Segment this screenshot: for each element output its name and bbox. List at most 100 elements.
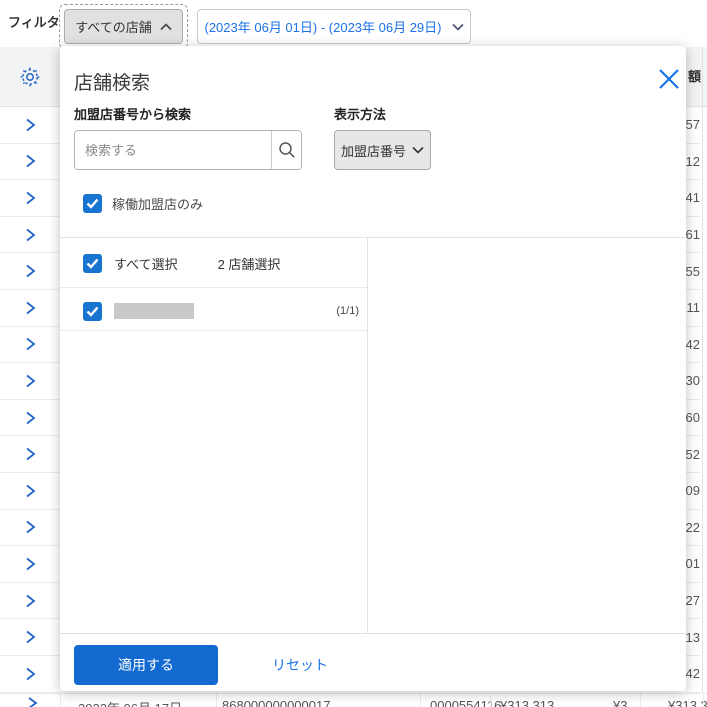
search-input[interactable] [75, 131, 271, 169]
store-list-item[interactable]: (1/1) [83, 295, 359, 327]
table-row-expander[interactable] [0, 253, 60, 290]
table-row-expander[interactable] [0, 473, 60, 510]
table-row-expander[interactable] [0, 327, 60, 364]
filter-label: フィルタ [8, 15, 60, 30]
table-row-expander[interactable] [0, 546, 60, 583]
table-amount-header-partial: 額 [686, 47, 707, 107]
store-filter-button-label: すべての店舗 [75, 20, 152, 35]
table-row-expander[interactable] [0, 619, 60, 656]
chevron-right-icon [25, 228, 36, 242]
modal-divider [60, 237, 686, 238]
cell-amount: ¥313,313 [500, 698, 555, 707]
cell-payout: ¥313,310 [668, 698, 707, 707]
table-row-expander[interactable] [0, 144, 60, 181]
table-row-expander[interactable] [0, 510, 60, 547]
list-panel-divider [367, 238, 368, 633]
chevron-up-icon [160, 22, 172, 31]
cell-border [640, 694, 641, 707]
table-value-partial: 09 [686, 473, 700, 510]
table-value-partial: 60 [686, 400, 700, 437]
cell-fee: ¥3 [613, 698, 628, 707]
cell-border [490, 694, 491, 707]
selected-count: 2 店舗選択 [217, 256, 281, 272]
chevron-down-icon [451, 23, 464, 31]
table-value-partial: 42 [686, 327, 700, 364]
chevron-right-icon [25, 264, 36, 278]
table-row-expander[interactable] [0, 180, 60, 217]
list-row-divider [60, 287, 367, 288]
search-button[interactable] [271, 131, 301, 169]
chevron-right-icon [25, 118, 36, 132]
close-icon[interactable] [656, 66, 682, 92]
display-method-select[interactable]: 加盟店番号 [334, 130, 431, 170]
store-checkbox[interactable] [83, 301, 102, 321]
chevron-right-icon [25, 301, 36, 315]
active-merchants-row: 稼働加盟店のみ [83, 194, 203, 213]
active-merchants-label: 稼働加盟店のみ [112, 197, 204, 212]
table-value-partial: 55 [686, 253, 700, 290]
chevron-right-icon [25, 520, 36, 534]
reset-button[interactable]: リセット [265, 645, 335, 685]
table-column-border [702, 47, 703, 707]
table-value-partial: 27 [686, 583, 700, 620]
store-name-redacted [114, 303, 194, 319]
chevron-right-icon [25, 154, 36, 168]
select-all-label: すべて選択 [114, 256, 178, 272]
table-value-partial: 13 [686, 619, 700, 656]
chevron-right-icon[interactable] [27, 697, 38, 707]
select-all-row: すべて選択 2 店舗選択 [83, 245, 367, 281]
table-right-sliver: 額 57 12 41 61 55 11 42 30 60 52 09 22 01 27 13 42 [686, 47, 707, 707]
table-value-partial: 42 [686, 656, 700, 693]
table-bottom-row: 2023年 06月 17日 868000000000017 0000554116… [0, 693, 707, 707]
active-merchants-checkbox[interactable] [83, 194, 102, 213]
modal-title: 店舗検索 [74, 73, 151, 94]
table-value-partial: 52 [686, 436, 700, 473]
filter-bar: フィルタ すべての店舗 (2023年 06月 01日) - (2023年 06月… [0, 0, 707, 49]
table-row-expander[interactable] [0, 107, 60, 144]
display-method-value: 加盟店番号 [340, 143, 406, 159]
cell-border [216, 694, 217, 707]
apply-button[interactable]: 適用する [74, 645, 218, 685]
store-page-count: (1/1) [336, 305, 359, 317]
table-value-partial: 11 [686, 290, 700, 327]
table-row-expander[interactable] [0, 217, 60, 254]
table-row-expander[interactable] [0, 290, 60, 327]
table-row-expander[interactable] [0, 363, 60, 400]
table-row-expander[interactable] [0, 583, 60, 620]
select-all-checkbox[interactable] [83, 253, 102, 273]
search-field-label: 加盟店番号から検索 [74, 107, 192, 122]
list-row-divider [60, 330, 367, 331]
table-value-partial: 12 [686, 144, 700, 181]
table-value-partial: 22 [686, 510, 700, 547]
table-value-partial: 01 [686, 546, 700, 583]
chevron-right-icon [25, 411, 36, 425]
table-value-partial: 61 [686, 217, 700, 254]
table-row-expander[interactable] [0, 436, 60, 473]
chevron-right-icon [25, 557, 36, 571]
chevron-right-icon [25, 630, 36, 644]
cell-border [703, 694, 704, 707]
date-range-label: (2023年 06月 01日) - (2023年 06月 29日) [204, 20, 442, 35]
cell-merchant-no: 868000000000017 [222, 698, 331, 707]
table-settings-header-cell[interactable] [0, 47, 60, 107]
cell-border [60, 694, 61, 707]
table-value-partial: 41 [686, 180, 700, 217]
cell-date: 2023年 06月 17日 [78, 698, 182, 707]
table-left-column [0, 47, 60, 707]
search-icon [278, 141, 296, 159]
table-row-expander[interactable] [0, 400, 60, 437]
store-filter-button[interactable]: すべての店舗 [64, 9, 183, 44]
date-range-button[interactable]: (2023年 06月 01日) - (2023年 06月 29日) [197, 9, 471, 44]
chevron-right-icon [25, 191, 36, 205]
chevron-right-icon [25, 484, 36, 498]
store-search-modal: 店舗検索 加盟店番号から検索 表示方法 加盟店番号 [60, 46, 686, 691]
cell-border [420, 694, 421, 707]
table-row-expander[interactable] [0, 656, 60, 693]
chevron-right-icon [25, 337, 36, 351]
gear-icon [19, 66, 41, 88]
footer-divider [60, 633, 686, 634]
search-field-group [74, 130, 302, 170]
display-method-label: 表示方法 [334, 107, 387, 122]
chevron-down-icon [412, 146, 424, 154]
chevron-right-icon [25, 447, 36, 461]
